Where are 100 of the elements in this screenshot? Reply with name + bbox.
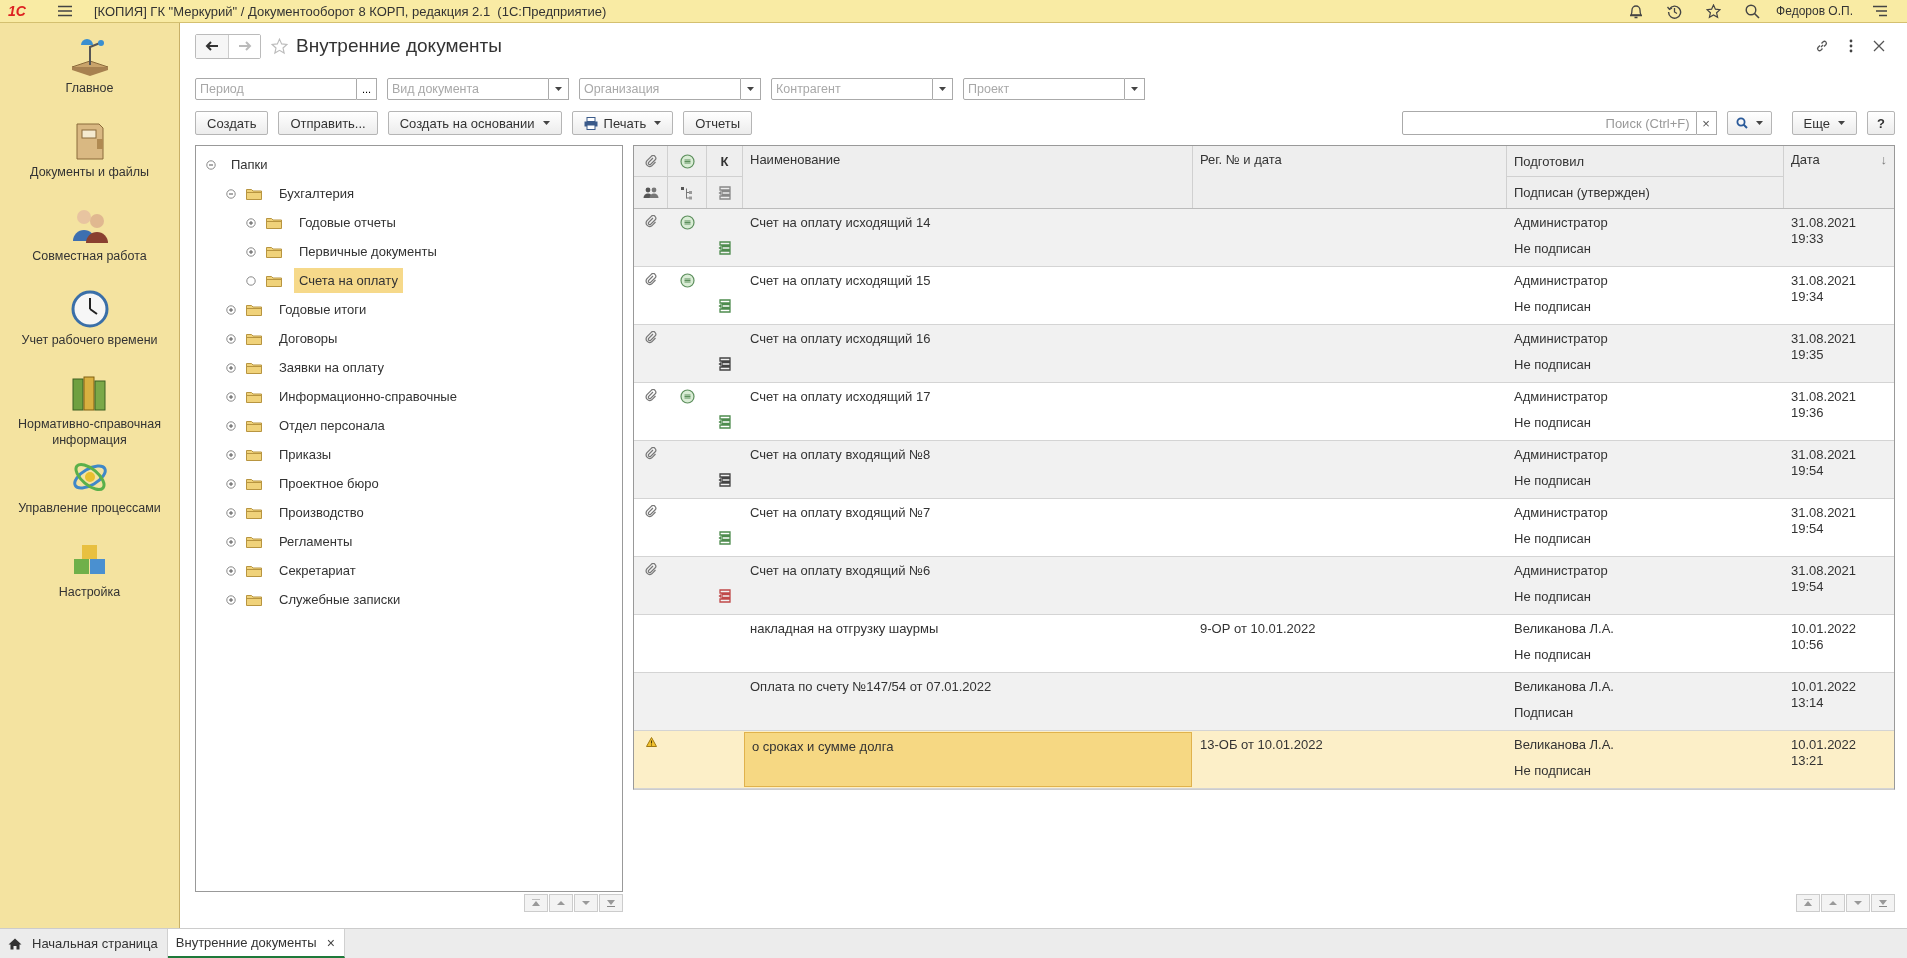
toggle-icon[interactable] [226, 362, 236, 373]
star-icon[interactable] [271, 37, 288, 55]
table-row[interactable]: Счет на оплату исходящий 16 Администратор Не подписан 31.08.2021 19:35 [634, 325, 1894, 383]
column-header[interactable]: Дата [1791, 152, 1820, 167]
toolbar-button[interactable]: Создать на основании [387, 111, 562, 135]
folder-item[interactable]: Информационно-справочные [274, 384, 462, 409]
toggle-icon[interactable] [226, 449, 236, 460]
toggle-icon[interactable] [206, 159, 216, 170]
more-button[interactable]: Еще [1791, 111, 1858, 135]
toggle-icon[interactable] [246, 246, 256, 257]
folder-item[interactable]: Секретариат [274, 558, 361, 583]
toolbar-button[interactable]: Отправить... [278, 111, 378, 135]
scroll-top-button[interactable] [1796, 894, 1820, 912]
scroll-down-button[interactable] [1846, 894, 1870, 912]
table-row[interactable]: Счет на оплату входящий №6 Администратор Не подписан 31.08.2021 19:54 [634, 557, 1894, 615]
folder-item[interactable]: Приказы [274, 442, 337, 467]
toggle-icon[interactable] [226, 565, 236, 576]
folder-item[interactable]: Проектное бюро [274, 471, 384, 496]
folder-item[interactable]: Бухгалтерия [274, 181, 360, 206]
toggle-icon[interactable] [226, 188, 236, 199]
dropdown-button[interactable] [549, 78, 569, 100]
folder-item[interactable]: Заявки на оплату [274, 355, 389, 380]
toolbar-button[interactable]: Отчеты [683, 111, 753, 135]
folder-item[interactable]: Первичные документы [294, 239, 442, 264]
table-row[interactable]: Оплата по счету №147/54 от 07.01.2022 Великанова Л.А. Подписан 10.01.2022 13:14 [634, 673, 1894, 731]
table-row[interactable]: о сроках и сумме долга 13-ОБ от 10.01.2022 Великанова Л.А. Не подписан 10.01.2022 13:21 [634, 731, 1894, 789]
table-cell: 10.01.2022 13:21 [1791, 737, 1857, 769]
link-icon[interactable] [1815, 39, 1829, 53]
window-tab[interactable]: Внутренние документы × [167, 929, 345, 958]
star-icon[interactable] [1706, 3, 1722, 19]
sidebar-item[interactable]: Документы и файлы [4, 164, 175, 180]
search-button[interactable] [1726, 111, 1772, 135]
sidebar-item[interactable]: Нормативно-справочная информация [4, 416, 175, 448]
paperclip-icon [645, 215, 657, 228]
folder-item[interactable]: Отдел персонала [274, 413, 390, 438]
help-button[interactable]: ? [1867, 111, 1895, 135]
toggle-icon[interactable] [226, 594, 236, 605]
filter-field[interactable]: Организация [579, 78, 741, 100]
toolbar-button[interactable]: Печать [571, 111, 674, 135]
filter-field[interactable]: Период [195, 78, 357, 100]
folder-item[interactable]: Регламенты [274, 529, 358, 554]
sidebar-item[interactable]: Учет рабочего времени [4, 332, 175, 348]
close-tab-button[interactable]: × [326, 934, 335, 951]
history-icon[interactable] [1667, 3, 1683, 19]
sidebar-item[interactable]: Настройка [4, 584, 175, 600]
filter-field[interactable]: Вид документа [387, 78, 549, 100]
folder-item[interactable]: Договоры [274, 326, 343, 351]
folder-item[interactable]: Годовые отчеты [294, 210, 401, 235]
scroll-bottom-button[interactable] [599, 894, 623, 912]
menu-icon[interactable] [57, 5, 72, 17]
toggle-icon[interactable] [226, 536, 236, 547]
close-icon[interactable] [1873, 40, 1885, 52]
window-tab[interactable]: Начальная страница [0, 929, 168, 958]
choose-button[interactable]: ... [357, 78, 377, 100]
sort-indicator[interactable]: ↓ [1880, 152, 1887, 167]
menu-icon[interactable] [1873, 5, 1887, 17]
scroll-bottom-button[interactable] [1871, 894, 1895, 912]
filter-field[interactable]: Проект [963, 78, 1125, 100]
toggle-icon[interactable] [246, 275, 256, 286]
filter-field[interactable]: Контрагент [771, 78, 933, 100]
search-icon[interactable] [1745, 3, 1761, 19]
column-header[interactable]: К [720, 153, 729, 169]
clear-button[interactable]: × [1696, 111, 1717, 135]
bell-icon[interactable] [1629, 3, 1644, 19]
dropdown-button[interactable] [1125, 78, 1145, 100]
scroll-up-button[interactable] [1821, 894, 1845, 912]
dropdown-button[interactable] [933, 78, 953, 100]
dropdown-button[interactable] [741, 78, 761, 100]
scroll-up-button[interactable] [549, 894, 573, 912]
back-button[interactable] [196, 34, 228, 58]
folder-item[interactable]: Производство [274, 500, 369, 525]
folder-item[interactable]: Служебные записки [274, 587, 406, 612]
toggle-icon[interactable] [226, 391, 236, 402]
table-cell: Не подписан [1514, 357, 1591, 372]
folder-item[interactable]: Папки [226, 152, 273, 177]
folder-item[interactable]: Счета на оплату [294, 268, 403, 293]
toggle-icon[interactable] [226, 420, 236, 431]
search-field[interactable]: Поиск (Ctrl+F) [1401, 111, 1697, 135]
toolbar-button[interactable]: Создать [195, 111, 269, 135]
app-logo: 1С [8, 3, 26, 19]
sidebar-item[interactable]: Управление процессами [4, 500, 175, 516]
table-row[interactable]: Счет на оплату исходящий 14 Администратор Не подписан 31.08.2021 19:33 [634, 209, 1894, 267]
column-header[interactable]: Рег. № и дата [1200, 152, 1282, 167]
table-row[interactable]: Счет на оплату входящий №8 Администратор Не подписан 31.08.2021 19:54 [634, 441, 1894, 499]
more-icon[interactable] [1849, 39, 1853, 53]
toggle-icon[interactable] [226, 304, 236, 315]
toggle-icon[interactable] [246, 217, 256, 228]
table-cell: Счет на оплату исходящий 15 [750, 273, 931, 288]
column-header[interactable]: Подготовил [1514, 153, 1585, 169]
toggle-icon[interactable] [226, 507, 236, 518]
folder-item[interactable]: Годовые итоги [274, 297, 372, 322]
toggle-icon[interactable] [226, 333, 236, 344]
scroll-top-button[interactable] [524, 894, 548, 912]
column-header[interactable]: Подписан (утвержден) [1514, 185, 1650, 200]
toggle-icon[interactable] [226, 478, 236, 489]
user-name[interactable]: Федоров О.П. [1776, 4, 1853, 18]
sidebar-item[interactable]: Совместная работа [4, 248, 175, 264]
sidebar-item[interactable]: Главное [4, 80, 175, 96]
column-header[interactable]: Наименование [750, 152, 841, 167]
scroll-down-button[interactable] [574, 894, 598, 912]
